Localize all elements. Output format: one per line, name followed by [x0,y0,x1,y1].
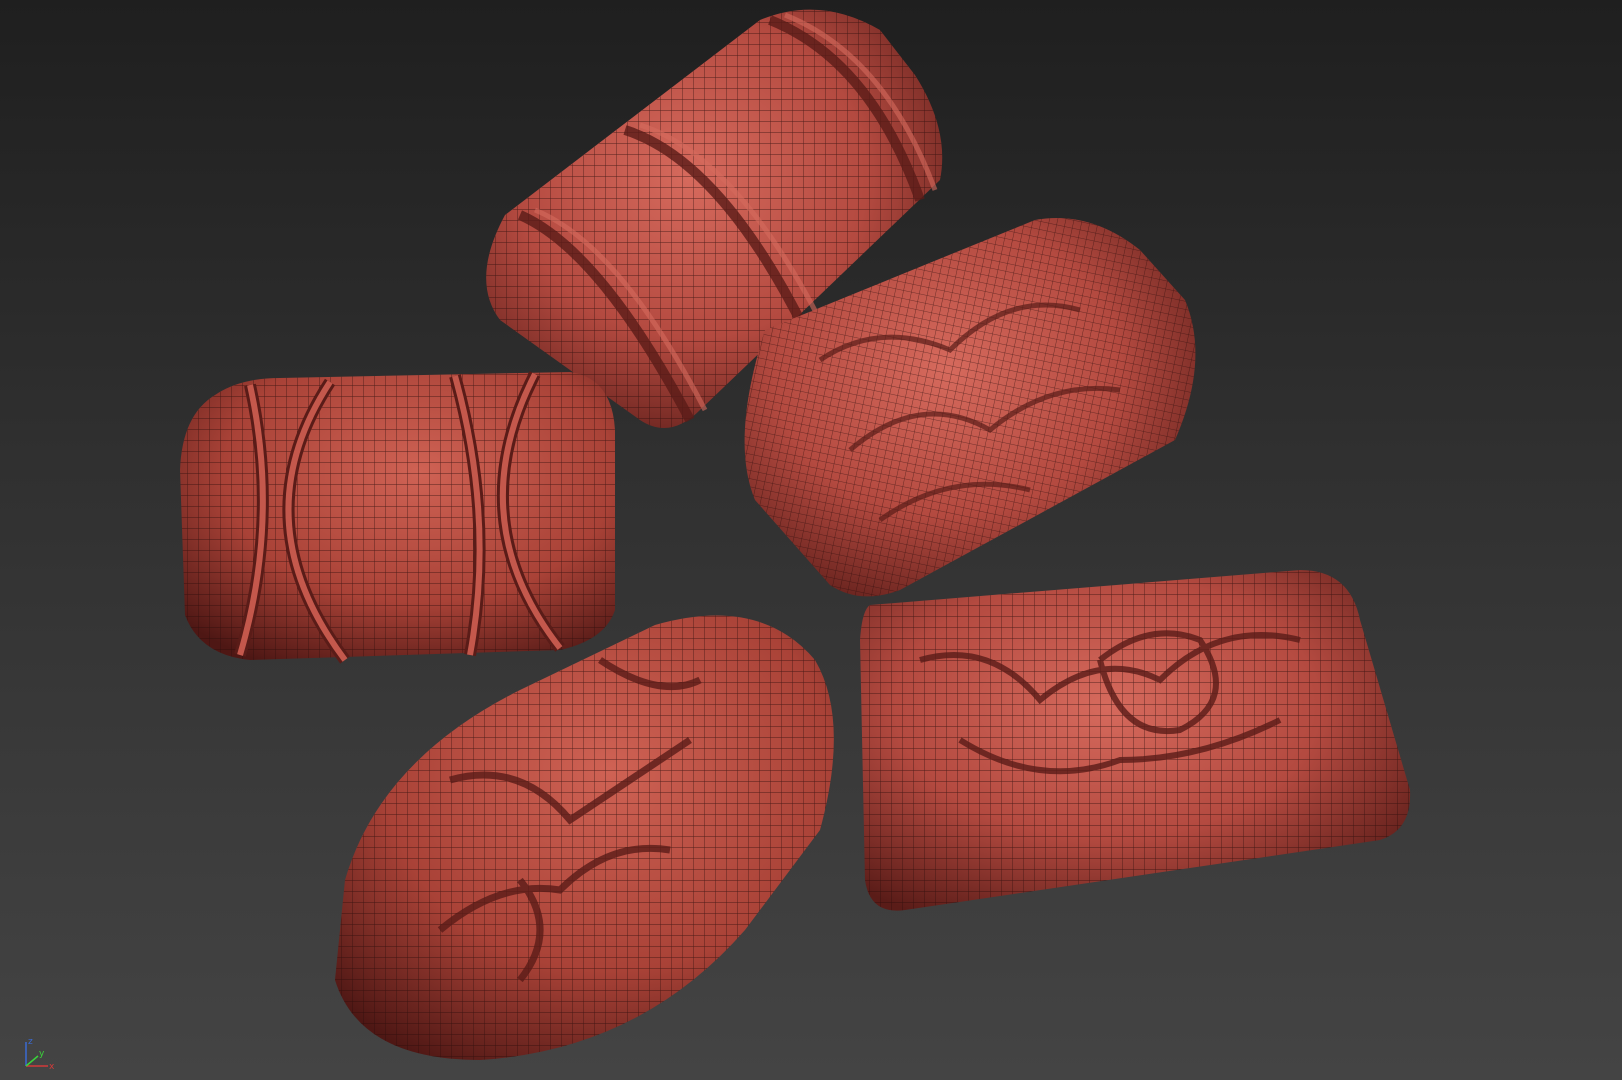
mesh-bundle-rope-tied[interactable] [180,371,615,664]
axis-x-label: x [49,1062,55,1070]
viewport-scene[interactable] [0,0,1622,1080]
axis-z-label: z [28,1037,33,1047]
mesh-pillow-cracked[interactable] [335,615,834,1060]
axis-y-line [25,1055,39,1067]
3d-viewport[interactable]: x y z [0,0,1622,1080]
mesh-slab-carved[interactable] [860,570,1411,911]
axis-y-label: y [39,1049,45,1059]
axis-gizmo[interactable]: x y z [22,1036,56,1070]
